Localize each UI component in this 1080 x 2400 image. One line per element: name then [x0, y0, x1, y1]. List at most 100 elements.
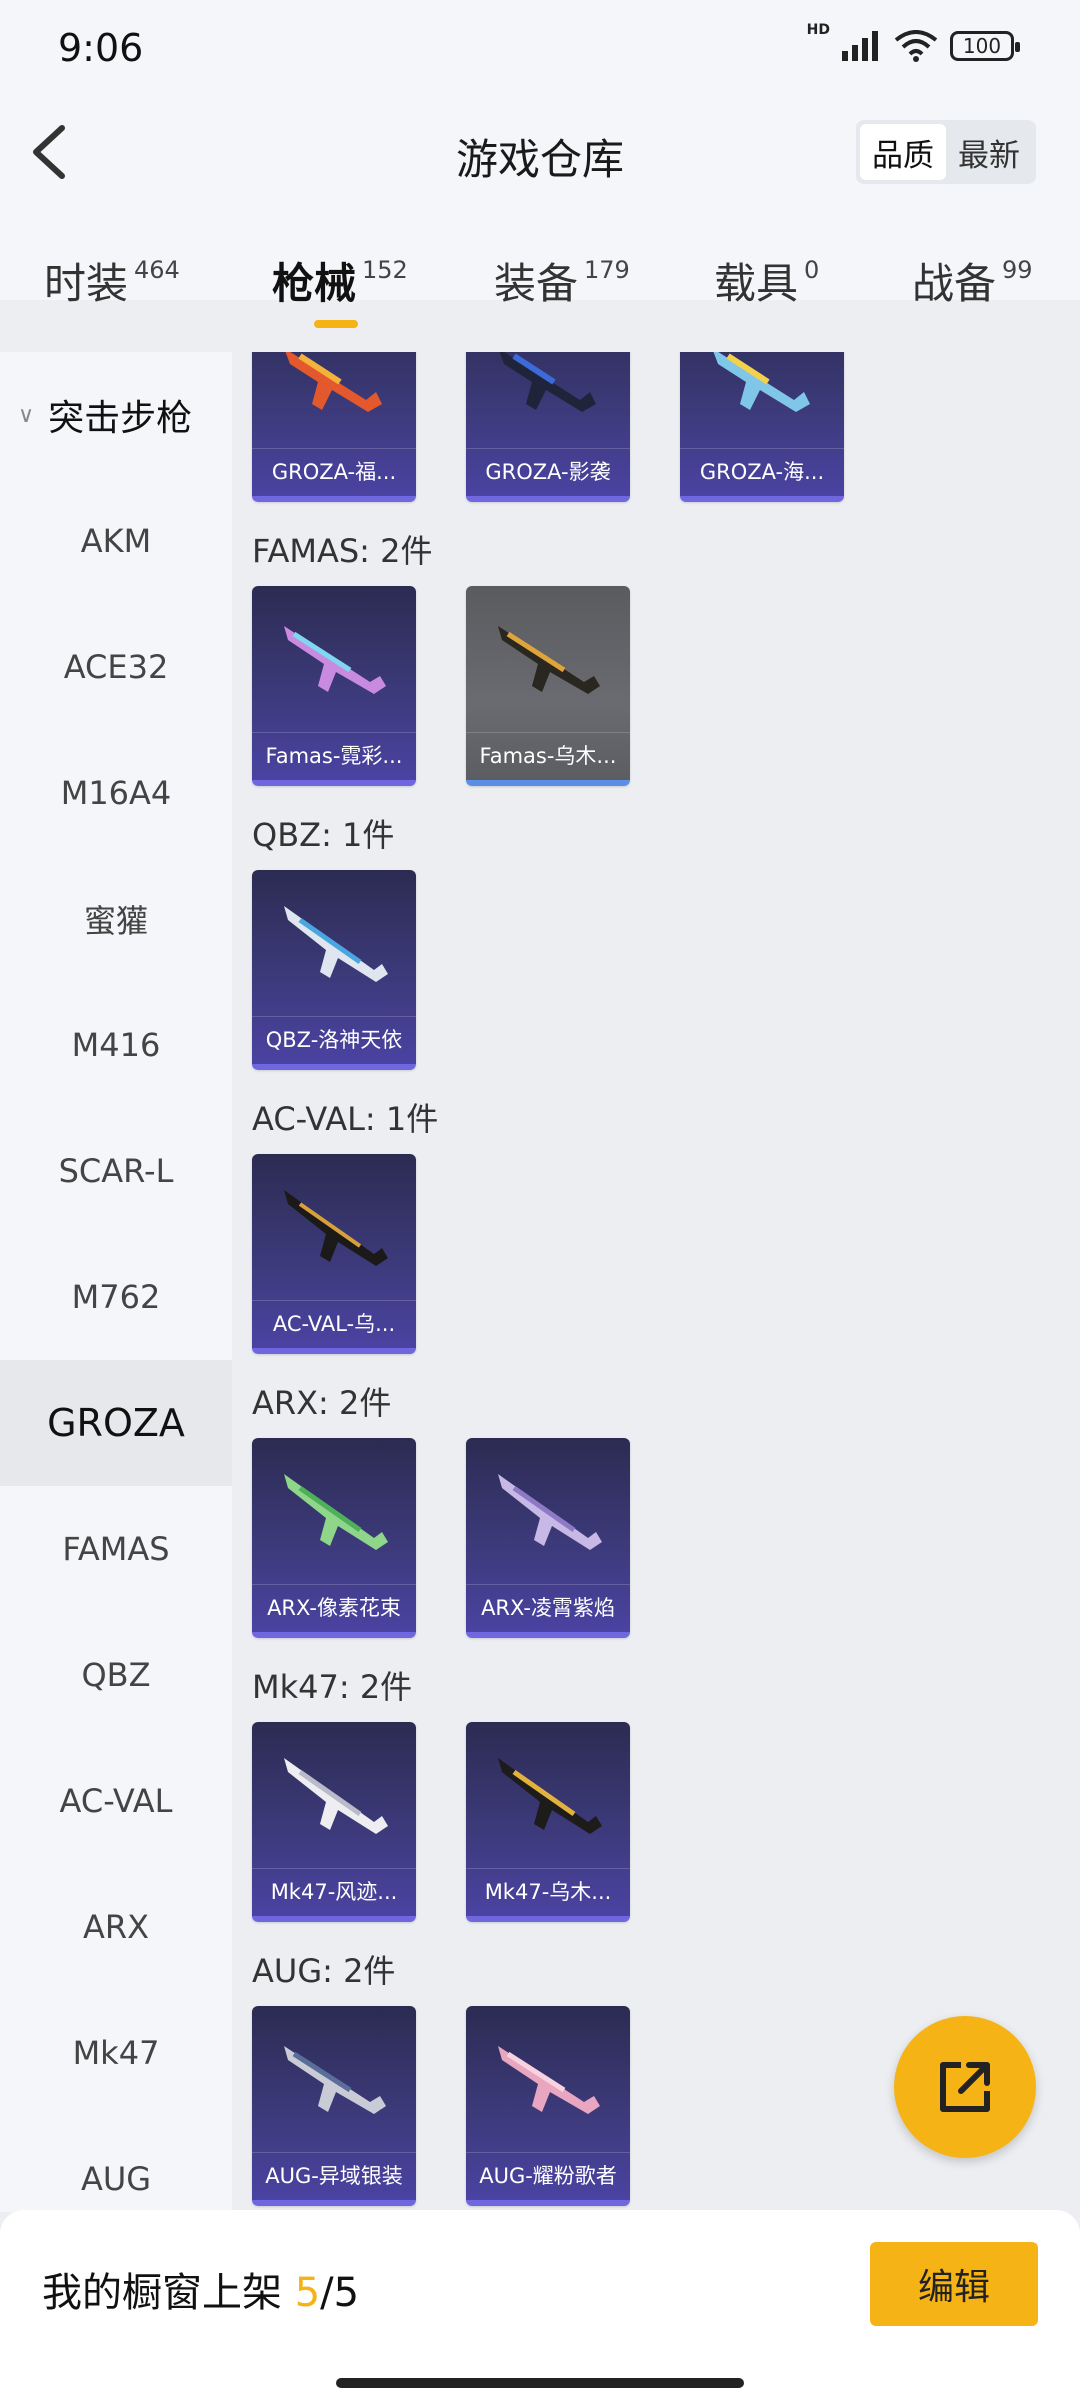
- weapon-card[interactable]: GROZA-福...: [252, 352, 416, 502]
- sidebar-item-m416[interactable]: M416: [0, 982, 232, 1108]
- tab-equipment[interactable]: 装备 179: [494, 250, 630, 311]
- weapon-rifle-icon: [284, 2046, 386, 2114]
- header: 游戏仓库 品质 最新 时装 464 枪械 152 装备 179 载具 0 战备 …: [0, 100, 1080, 328]
- weapon-card[interactable]: GROZA-海...: [680, 352, 844, 502]
- weapon-card[interactable]: QBZ-洛神天依: [252, 870, 416, 1070]
- status-bar: 9:06 HD 100: [0, 0, 1080, 100]
- section-label-famas: FAMAS: 2件: [252, 532, 433, 570]
- home-indicator[interactable]: [336, 2378, 744, 2388]
- tab-tactical[interactable]: 战备 99: [912, 250, 1033, 311]
- sidebar-item-scar-l[interactable]: SCAR-L: [0, 1108, 232, 1234]
- weapon-name: GROZA-海...: [680, 448, 844, 496]
- weapon-name: GROZA-福...: [252, 448, 416, 496]
- sidebar-item-groza[interactable]: GROZA: [0, 1360, 232, 1486]
- weapon-card[interactable]: Mk47-乌木...: [466, 1722, 630, 1922]
- sidebar-item-arx[interactable]: ARX: [0, 1864, 232, 1990]
- showcase-status: 我的橱窗上架 5/5: [42, 2260, 359, 2318]
- weapon-rifle-icon: [713, 352, 810, 412]
- weapon-rifle-icon: [498, 1474, 602, 1550]
- weapon-rifle-icon: [284, 1474, 388, 1550]
- chevron-down-icon: ∨: [18, 402, 35, 428]
- sidebar-item-mk47[interactable]: Mk47: [0, 1990, 232, 2116]
- network-type-label: HD: [806, 22, 830, 38]
- sidebar-item-m762[interactable]: M762: [0, 1234, 232, 1360]
- weapon-card[interactable]: Famas-霓彩...: [252, 586, 416, 786]
- weapon-name: Mk47-乌木...: [466, 1868, 630, 1916]
- sidebar-group-assault-rifle[interactable]: ∨ 突击步枪: [0, 352, 232, 478]
- section-label-ac-val: AC-VAL: 1件: [252, 1100, 439, 1138]
- tab-label: 战备: [912, 259, 997, 308]
- section-label-qbz: QBZ: 1件: [252, 816, 395, 854]
- sidebar-item-m16a4[interactable]: M16A4: [0, 730, 232, 856]
- signal-icon: [842, 31, 878, 61]
- tab-firearms[interactable]: 枪械 152: [272, 250, 408, 328]
- sort-latest-button[interactable]: 最新: [946, 124, 1032, 180]
- weapon-rifle-icon: [498, 1758, 602, 1834]
- section-label-arx: ARX: 2件: [252, 1384, 392, 1422]
- sidebar-item-aug[interactable]: AUG: [0, 2116, 232, 2212]
- tab-label: 装备: [494, 259, 579, 308]
- category-tabs: 时装 464 枪械 152 装备 179 载具 0 战备 99: [0, 250, 1080, 340]
- weapon-name: Famas-霓彩...: [252, 732, 416, 780]
- showcase-total-count: /5: [320, 2270, 360, 2316]
- weapon-card[interactable]: AUG-耀粉歌者: [466, 2006, 630, 2206]
- sidebar-item-ace32[interactable]: ACE32: [0, 604, 232, 730]
- weapon-card[interactable]: Mk47-风迹...: [252, 1722, 416, 1922]
- weapon-rifle-icon: [284, 1758, 388, 1834]
- share-external-icon: [940, 2062, 990, 2112]
- tab-fashion[interactable]: 时装 464: [44, 250, 180, 311]
- weapon-name: ARX-凌霄紫焰: [466, 1584, 630, 1632]
- weapon-card[interactable]: Famas-乌木...: [466, 586, 630, 786]
- sort-quality-button[interactable]: 品质: [860, 124, 946, 180]
- status-time: 9:06: [58, 26, 144, 70]
- weapon-name: AC-VAL-乌...: [252, 1300, 416, 1348]
- tab-label: 载具: [714, 259, 799, 308]
- weapon-name: GROZA-影袭: [466, 448, 630, 496]
- battery-level: 100: [962, 34, 1002, 58]
- weapon-rifle-icon: [499, 352, 596, 412]
- bottom-bar: 我的橱窗上架 5/5 编辑: [0, 2210, 1080, 2400]
- weapon-name: AUG-耀粉歌者: [466, 2152, 630, 2200]
- sort-toggle: 品质 最新: [856, 120, 1036, 184]
- weapon-sidebar: ∨ 突击步枪 AKM ACE32 M16A4 蜜獾 M416 SCAR-L M7…: [0, 352, 232, 2212]
- wifi-icon: [894, 30, 938, 62]
- weapon-card[interactable]: AUG-异域银装: [252, 2006, 416, 2206]
- tab-label: 时装: [44, 259, 129, 308]
- weapon-name: QBZ-洛神天依: [252, 1016, 416, 1064]
- showcase-label: 我的橱窗上架: [42, 2270, 282, 2316]
- sidebar-item-honey-badger[interactable]: 蜜獾: [0, 856, 232, 982]
- sidebar-item-qbz[interactable]: QBZ: [0, 1612, 232, 1738]
- active-tab-indicator: [314, 320, 358, 328]
- weapon-card[interactable]: ARX-凌霄紫焰: [466, 1438, 630, 1638]
- tab-label: 枪械: [272, 259, 357, 308]
- weapon-list: GROZA-福... GROZA-影袭 GROZA-海... FAMAS: 2件…: [232, 352, 1080, 2212]
- weapon-rifle-icon: [284, 626, 386, 694]
- weapon-rifle-icon: [284, 906, 388, 982]
- sidebar-group-label: 突击步枪: [48, 398, 193, 439]
- share-button[interactable]: [894, 2016, 1036, 2158]
- tab-count: 99: [1002, 256, 1033, 284]
- weapon-rifle-icon: [498, 2046, 600, 2114]
- weapon-card[interactable]: GROZA-影袭: [466, 352, 630, 502]
- tab-vehicles[interactable]: 载具 0: [714, 250, 819, 311]
- sidebar-item-akm[interactable]: AKM: [0, 478, 232, 604]
- sidebar-item-famas[interactable]: FAMAS: [0, 1486, 232, 1612]
- section-label-mk47: Mk47: 2件: [252, 1668, 413, 1706]
- tab-count: 464: [134, 256, 180, 284]
- weapon-card[interactable]: AC-VAL-乌...: [252, 1154, 416, 1354]
- weapon-name: AUG-异域银装: [252, 2152, 416, 2200]
- weapon-rifle-icon: [498, 626, 600, 694]
- weapon-name: Mk47-风迹...: [252, 1868, 416, 1916]
- tab-count: 0: [804, 256, 820, 284]
- weapon-rifle-icon: [285, 352, 382, 412]
- tab-count: 152: [362, 256, 408, 284]
- battery-icon: 100: [950, 31, 1020, 61]
- edit-button[interactable]: 编辑: [870, 2242, 1038, 2326]
- weapon-name: ARX-像素花束: [252, 1584, 416, 1632]
- weapon-card[interactable]: ARX-像素花束: [252, 1438, 416, 1638]
- weapon-rifle-icon: [284, 1190, 388, 1266]
- tab-count: 179: [584, 256, 630, 284]
- sidebar-item-ac-val[interactable]: AC-VAL: [0, 1738, 232, 1864]
- section-label-aug: AUG: 2件: [252, 1952, 396, 1990]
- weapon-name: Famas-乌木...: [466, 732, 630, 780]
